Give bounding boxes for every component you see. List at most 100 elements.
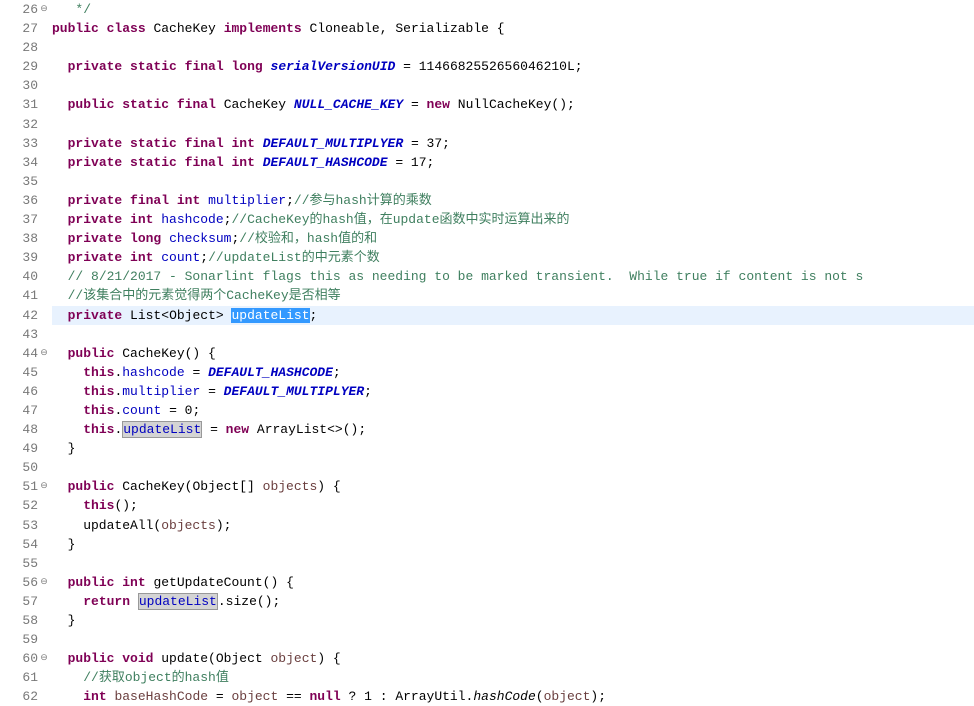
fold-marker[interactable]: ⊖ (40, 344, 48, 363)
line-number: 41 (0, 286, 40, 305)
line-number: 32 (0, 115, 40, 134)
code-line[interactable]: this.updateList = new ArrayList<>(); (52, 420, 974, 439)
line-number: 34 (0, 153, 40, 172)
code-line[interactable] (52, 458, 974, 477)
line-number: 56 (0, 573, 40, 592)
fold-marker (40, 57, 48, 76)
fold-marker (40, 554, 48, 573)
fold-marker (40, 115, 48, 134)
fold-marker (40, 687, 48, 706)
fold-marker (40, 458, 48, 477)
code-line[interactable]: } (52, 611, 974, 630)
fold-marker[interactable]: ⊖ (40, 573, 48, 592)
fold-marker (40, 76, 48, 95)
line-number: 29 (0, 57, 40, 76)
fold-marker (40, 19, 48, 38)
code-line[interactable]: private long checksum;//校验和，hash值的和 (52, 229, 974, 248)
fold-marker (40, 248, 48, 267)
line-number: 43 (0, 325, 40, 344)
fold-marker (40, 516, 48, 535)
code-line[interactable]: //获取object的hash值 (52, 668, 974, 687)
code-line[interactable]: private static final int DEFAULT_HASHCOD… (52, 153, 974, 172)
code-line[interactable] (52, 172, 974, 191)
line-number: 35 (0, 172, 40, 191)
line-number: 36 (0, 191, 40, 210)
line-number: 62 (0, 687, 40, 706)
fold-markers-gutter: ⊖ ⊖ ⊖ ⊖ ⊖ (40, 0, 48, 705)
fold-marker (40, 382, 48, 401)
line-number: 51 (0, 477, 40, 496)
code-line[interactable]: public int getUpdateCount() { (52, 573, 974, 592)
code-area[interactable]: */public class CacheKey implements Clone… (48, 0, 974, 705)
fold-marker (40, 191, 48, 210)
fold-marker[interactable]: ⊖ (40, 649, 48, 668)
fold-marker (40, 172, 48, 191)
fold-marker (40, 363, 48, 382)
line-number: 55 (0, 554, 40, 573)
code-line[interactable]: public CacheKey() { (52, 344, 974, 363)
code-line[interactable]: private int count;//updateList的中元素个数 (52, 248, 974, 267)
code-line[interactable] (52, 325, 974, 344)
code-line[interactable]: //该集合中的元素觉得两个CacheKey是否相等 (52, 286, 974, 305)
line-number: 53 (0, 516, 40, 535)
line-number: 40 (0, 267, 40, 286)
fold-marker (40, 210, 48, 229)
line-number-gutter: 2627282930313233343536373839404142434445… (0, 0, 40, 705)
code-line[interactable]: public class CacheKey implements Cloneab… (52, 19, 974, 38)
code-line[interactable]: public void update(Object object) { (52, 649, 974, 668)
code-line[interactable]: } (52, 535, 974, 554)
code-line[interactable] (52, 115, 974, 134)
fold-marker (40, 95, 48, 114)
fold-marker (40, 496, 48, 515)
code-line[interactable]: this.count = 0; (52, 401, 974, 420)
code-line[interactable]: updateAll(objects); (52, 516, 974, 535)
code-line[interactable]: this.multiplier = DEFAULT_MULTIPLYER; (52, 382, 974, 401)
fold-marker[interactable]: ⊖ (40, 0, 48, 19)
line-number: 54 (0, 535, 40, 554)
line-number: 57 (0, 592, 40, 611)
fold-marker (40, 668, 48, 687)
fold-marker (40, 153, 48, 172)
code-line[interactable]: private static final int DEFAULT_MULTIPL… (52, 134, 974, 153)
line-number: 37 (0, 210, 40, 229)
code-line[interactable] (52, 38, 974, 57)
line-number: 47 (0, 401, 40, 420)
line-number: 44 (0, 344, 40, 363)
code-line[interactable]: } (52, 439, 974, 458)
line-number: 60 (0, 649, 40, 668)
code-line[interactable]: private static final long serialVersionU… (52, 57, 974, 76)
code-editor[interactable]: 2627282930313233343536373839404142434445… (0, 0, 974, 705)
fold-marker (40, 267, 48, 286)
code-line[interactable]: private List<Object> updateList; (52, 306, 974, 325)
line-number: 26 (0, 0, 40, 19)
fold-marker (40, 420, 48, 439)
code-line[interactable]: int baseHashCode = object == null ? 1 : … (52, 687, 974, 706)
fold-marker (40, 286, 48, 305)
code-line[interactable]: return updateList.size(); (52, 592, 974, 611)
fold-marker (40, 325, 48, 344)
code-line[interactable] (52, 554, 974, 573)
line-number: 46 (0, 382, 40, 401)
line-number: 59 (0, 630, 40, 649)
fold-marker (40, 535, 48, 554)
code-line[interactable] (52, 630, 974, 649)
code-line[interactable]: */ (52, 0, 974, 19)
code-line[interactable]: public CacheKey(Object[] objects) { (52, 477, 974, 496)
line-number: 48 (0, 420, 40, 439)
line-number: 27 (0, 19, 40, 38)
code-line[interactable]: public static final CacheKey NULL_CACHE_… (52, 95, 974, 114)
code-line[interactable]: // 8/21/2017 - Sonarlint flags this as n… (52, 267, 974, 286)
line-number: 28 (0, 38, 40, 57)
code-line[interactable]: this(); (52, 496, 974, 515)
fold-marker (40, 439, 48, 458)
code-line[interactable] (52, 76, 974, 95)
fold-marker (40, 401, 48, 420)
fold-marker (40, 630, 48, 649)
code-line[interactable]: this.hashcode = DEFAULT_HASHCODE; (52, 363, 974, 382)
code-line[interactable]: private final int multiplier;//参与hash计算的… (52, 191, 974, 210)
line-number: 50 (0, 458, 40, 477)
fold-marker[interactable]: ⊖ (40, 477, 48, 496)
line-number: 30 (0, 76, 40, 95)
code-line[interactable]: private int hashcode;//CacheKey的hash值，在u… (52, 210, 974, 229)
fold-marker (40, 38, 48, 57)
